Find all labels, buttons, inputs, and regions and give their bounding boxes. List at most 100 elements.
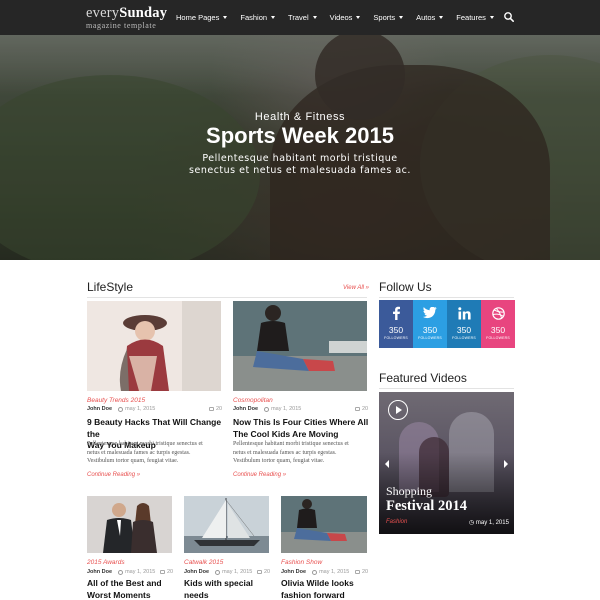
article-excerpt: Pellentesque habitant morbi tristique se… (87, 440, 227, 466)
follower-count: 350 (388, 325, 404, 335)
article-meta: John Doe may 1, 2015 (87, 569, 155, 575)
video-title-line: Shopping (386, 484, 433, 498)
menu-item-autos[interactable]: Autos (416, 13, 444, 22)
article-author[interactable]: John Doe (87, 569, 112, 575)
comment-icon (209, 407, 214, 411)
article-category[interactable]: Cosmopolitan (233, 397, 273, 404)
menu-item-label: Home Pages (176, 13, 220, 22)
article-category[interactable]: Fashion Show (281, 559, 322, 566)
comment-icon (355, 570, 360, 574)
article-thumbnail[interactable] (281, 496, 367, 553)
section-divider (379, 388, 514, 389)
chevron-right-icon[interactable] (504, 460, 508, 468)
logo-text-bold: Sunday (119, 5, 168, 21)
hero-subtitle-line: Pellentesque habitant morbi tristique (202, 153, 398, 164)
featured-video-card[interactable]: Shopping Festival 2014 Fashion ◷ may 1, … (379, 392, 514, 534)
menu-item-label: Fashion (240, 13, 268, 22)
facebook-icon (379, 306, 413, 320)
menu-item-sports[interactable]: Sports (373, 13, 404, 22)
menu-item-label: Features (456, 13, 486, 22)
article-excerpt-line: Vestibulum tortor quam, feugiat vitae. (233, 458, 325, 464)
twitter-icon (413, 306, 447, 320)
article-thumbnail[interactable] (87, 496, 172, 553)
comment-count[interactable]: 20 (160, 569, 173, 575)
continue-reading-link[interactable]: Continue Reading » (233, 472, 286, 478)
video-category[interactable]: Fashion (386, 519, 407, 525)
site-logo[interactable]: everySunday magazine template (86, 6, 167, 30)
article-date: may 1, 2015 (125, 406, 156, 412)
hero-banner[interactable]: Health & Fitness Sports Week 2015 Pellen… (0, 35, 600, 260)
caret-down-icon (356, 16, 361, 19)
article-author[interactable]: John Doe (87, 406, 112, 412)
caret-down-icon (271, 16, 276, 19)
clock-icon (215, 569, 221, 575)
menu-item-home-pages[interactable]: Home Pages (176, 13, 228, 22)
facebook-follow-button[interactable]: 350 FOLLOWERS (379, 300, 413, 348)
follower-label: FOLLOWERS (452, 336, 476, 340)
logo-tagline: magazine template (86, 20, 157, 30)
comment-count[interactable]: 20 (257, 569, 270, 575)
linkedin-follow-button[interactable]: 350 FOLLOWERS (447, 300, 481, 348)
featured-videos-heading: Featured Videos (379, 371, 467, 385)
article-author[interactable]: John Doe (281, 569, 306, 575)
play-icon[interactable] (388, 400, 408, 420)
hero-category[interactable]: Health & Fitness (0, 111, 600, 123)
article-title-line: The Cool Kids Are Moving (233, 428, 339, 439)
article-category[interactable]: Beauty Trends 2015 (87, 397, 145, 404)
article-category[interactable]: 2015 Awards (87, 559, 125, 566)
continue-reading-link[interactable]: Continue Reading » (87, 472, 140, 478)
chevron-left-icon[interactable] (385, 460, 389, 468)
article-title[interactable]: All of the Best and Worst Moments (87, 578, 177, 600)
search-icon[interactable] (503, 11, 515, 23)
comment-count[interactable]: 20 (355, 406, 368, 412)
article-excerpt-line: Pellentesque habitant morbi tristique se… (233, 441, 349, 447)
article-date: may 1, 2015 (271, 406, 302, 412)
follower-count: 350 (422, 325, 438, 335)
article-category[interactable]: Catwalk 2015 (184, 559, 223, 566)
article-author[interactable]: John Doe (233, 406, 258, 412)
article-title[interactable]: Kids with special needs dazzle (184, 578, 274, 600)
linkedin-icon (447, 306, 481, 320)
follower-label: FOLLOWERS (384, 336, 408, 340)
comment-count-value: 20 (362, 406, 369, 412)
article-thumbnail[interactable] (87, 301, 221, 391)
main-menu: Home Pages Fashion Travel Videos Sports … (176, 0, 507, 35)
fashion-photo (233, 301, 367, 391)
top-navbar: everySunday magazine template Home Pages… (0, 0, 600, 35)
menu-item-fashion[interactable]: Fashion (240, 13, 276, 22)
hero-subtitle-line: senectus et netus et malesuada fames ac. (189, 165, 411, 176)
article-title-line: Worst Moments (87, 589, 151, 600)
logo-text: everySunday (86, 6, 167, 21)
article-title[interactable]: Now This Is Four Cities Where All The Co… (233, 417, 373, 440)
dribbble-icon (481, 306, 515, 320)
hero-title[interactable]: Sports Week 2015 (0, 123, 600, 149)
article-title-line: Now This Is Four Cities Where All (233, 417, 369, 427)
section-divider (379, 297, 514, 298)
article-date: may 1, 2015 (319, 569, 350, 575)
article-meta: John Doe may 1, 2015 (233, 406, 301, 412)
comment-count[interactable]: 20 (209, 406, 222, 412)
menu-item-features[interactable]: Features (456, 13, 494, 22)
article-title[interactable]: Olivia Wilde looks fashion forward (281, 578, 371, 600)
comment-count-value: 20 (216, 406, 223, 412)
article-date: may 1, 2015 (125, 569, 156, 575)
caret-down-icon (223, 16, 228, 19)
article-meta: John Doe may 1, 2015 (87, 406, 155, 412)
article-thumbnail[interactable] (233, 301, 367, 391)
twitter-follow-button[interactable]: 350 FOLLOWERS (413, 300, 447, 348)
hero-subtitle: Pellentesque habitant morbi tristique se… (0, 153, 600, 177)
fashion-photo (87, 301, 221, 391)
section-divider (87, 297, 367, 298)
comment-count-value: 20 (264, 569, 271, 575)
dribbble-follow-button[interactable]: 350 FOLLOWERS (481, 300, 515, 348)
article-author[interactable]: John Doe (184, 569, 209, 575)
comment-count[interactable]: 20 (355, 569, 368, 575)
menu-item-travel[interactable]: Travel (288, 13, 317, 22)
view-all-link[interactable]: View All » (343, 285, 369, 291)
caret-down-icon (312, 16, 317, 19)
menu-item-label: Videos (329, 13, 353, 22)
comment-count-value: 20 (167, 569, 174, 575)
caret-down-icon (489, 16, 494, 19)
article-thumbnail[interactable] (184, 496, 269, 553)
menu-item-videos[interactable]: Videos (330, 13, 361, 22)
